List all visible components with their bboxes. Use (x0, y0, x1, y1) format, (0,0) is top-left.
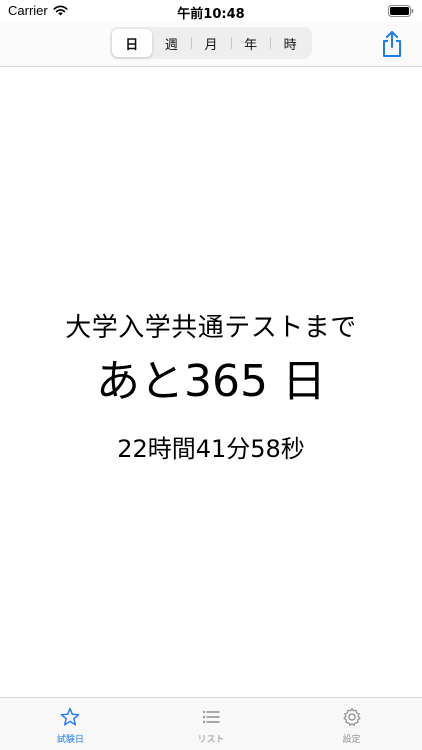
tab-label: 試験日 (56, 735, 84, 745)
segment-month[interactable]: 月 (191, 29, 231, 57)
segment-week[interactable]: 週 (152, 29, 192, 57)
tab-label: リスト (197, 735, 225, 745)
countdown-content: 大学入学共通テストまで あと365 日 22時間41分58秒 (0, 66, 422, 698)
gear-icon (343, 707, 361, 726)
status-bar: Carrier 午前10:48 (0, 0, 422, 22)
days-remaining: あと365 日 (96, 356, 326, 407)
list-icon (202, 710, 220, 724)
tab-bar: 試験日 リスト 設定 (0, 697, 422, 750)
exam-name: 大学入学共通テストまで (65, 313, 357, 343)
tab-exam-date[interactable]: 試験日 (0, 698, 141, 750)
tab-list[interactable]: リスト (141, 698, 282, 750)
segment-day[interactable]: 日 (112, 29, 152, 57)
app-screen: Carrier 午前10:48 日 週 月 年 時 大学入学共通テストまで あと… (0, 0, 422, 750)
star-icon (61, 707, 80, 726)
period-segmented-control: 日 週 月 年 時 (110, 27, 312, 59)
tab-settings[interactable]: 設定 (281, 698, 422, 750)
time-remaining: 22時間41分58秒 (117, 435, 305, 463)
navigation-bar: 日 週 月 年 時 (0, 22, 422, 67)
share-icon[interactable] (380, 30, 404, 58)
segment-year[interactable]: 年 (230, 29, 271, 57)
tab-label: 設定 (342, 735, 361, 745)
battery-icon (388, 5, 414, 17)
status-time: 午前10:48 (177, 7, 245, 22)
segment-hour[interactable]: 時 (270, 29, 310, 57)
